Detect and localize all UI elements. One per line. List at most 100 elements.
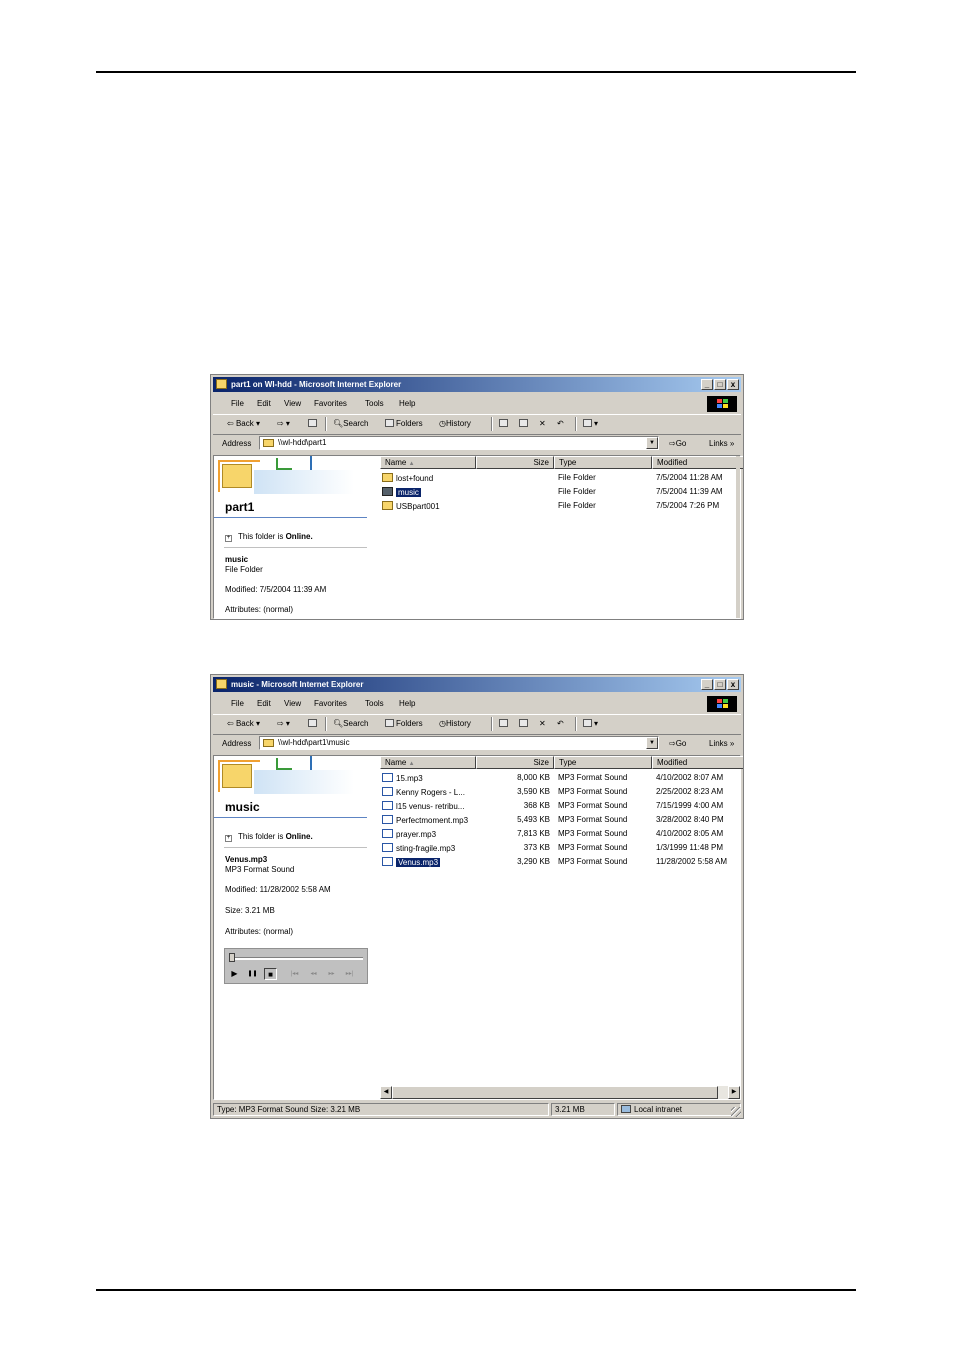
scroll-thumb[interactable] — [392, 1086, 718, 1099]
column-modified[interactable]: Modified — [652, 756, 743, 769]
undo-button[interactable]: ↶ — [557, 719, 564, 728]
column-size[interactable]: Size — [476, 456, 554, 469]
menu-help[interactable]: Help — [399, 399, 415, 408]
copy-to-button[interactable] — [519, 719, 530, 728]
maximize-button[interactable]: □ — [714, 379, 726, 390]
column-name[interactable]: Name ▲ — [380, 756, 476, 769]
file-name[interactable]: Venus.mp3 — [382, 857, 441, 867]
links-button[interactable]: Links » — [709, 739, 734, 748]
menu-file[interactable]: File — [231, 399, 244, 408]
close-button[interactable]: x — [727, 379, 739, 390]
maximize-button[interactable]: □ — [714, 679, 726, 690]
bottom-rule — [96, 1289, 856, 1291]
column-name[interactable]: Name ▲ — [380, 456, 476, 469]
file-name[interactable]: l15 venus- retribu... — [382, 801, 464, 811]
expand-icon[interactable]: + — [225, 535, 232, 542]
file-list-row[interactable]: 15.mp3 8,000 KB MP3 Format Sound 4/10/2002 … — [380, 771, 740, 785]
seek-slider[interactable] — [229, 953, 235, 962]
file-name[interactable]: 15.mp3 — [382, 773, 423, 783]
forward-button[interactable]: ⇨ ▾ — [277, 419, 290, 428]
fast-forward-button[interactable]: ▸▸ — [325, 968, 338, 980]
rewind-button[interactable]: ◂◂ — [307, 968, 320, 980]
back-button[interactable]: ⇦ Back ▾ — [227, 719, 260, 728]
file-size: 3,590 KB — [517, 787, 550, 796]
file-list-row[interactable]: USBpart001 File Folder 7/5/2004 7:26 PM — [380, 499, 740, 513]
go-button[interactable]: ⇨Go — [669, 739, 686, 748]
menu-edit[interactable]: Edit — [257, 699, 271, 708]
file-modified: 4/10/2002 8:05 AM — [656, 829, 724, 838]
move-to-button[interactable] — [499, 419, 510, 428]
file-name[interactable]: music — [382, 487, 421, 497]
file-list-row[interactable]: Venus.mp3 3,290 KB MP3 Format Sound 11/28/2… — [380, 855, 740, 869]
go-button[interactable]: ⇨Go — [669, 439, 686, 448]
file-list-row[interactable]: music File Folder 7/5/2004 11:39 AM — [380, 485, 740, 499]
online-status: + This folder is Online. — [225, 832, 313, 842]
resize-grip-icon[interactable] — [731, 1107, 741, 1117]
seek-track[interactable] — [229, 957, 363, 960]
horizontal-scrollbar[interactable]: ◀ ▶ — [380, 1086, 740, 1099]
undo-button[interactable]: ↶ — [557, 419, 564, 428]
menu-tools[interactable]: Tools — [365, 399, 384, 408]
column-size[interactable]: Size — [476, 756, 554, 769]
file-list-row[interactable]: l15 venus- retribu... 368 KB MP3 Format So… — [380, 799, 740, 813]
previous-track-button[interactable]: |◂◂ — [288, 968, 301, 980]
folders-button[interactable]: Folders — [385, 719, 423, 728]
menu-favorites[interactable]: Favorites — [314, 399, 347, 408]
file-list-row[interactable]: sting-fragile.mp3 373 KB MP3 Format Sound 1… — [380, 841, 740, 855]
menu-help[interactable]: Help — [399, 699, 415, 708]
file-name[interactable]: prayer.mp3 — [382, 829, 436, 839]
column-type[interactable]: Type — [554, 756, 652, 769]
expand-icon[interactable]: + — [225, 835, 232, 842]
menu-view[interactable]: View — [284, 399, 301, 408]
status-bar: Type: MP3 Format Sound Size: 3.21 MB 3.2… — [213, 1102, 741, 1117]
menu-edit[interactable]: Edit — [257, 399, 271, 408]
file-name[interactable]: lost+found — [382, 473, 433, 483]
forward-button[interactable]: ⇨ ▾ — [277, 719, 290, 728]
links-button[interactable]: Links » — [709, 439, 734, 448]
scroll-left-icon[interactable]: ◀ — [380, 1086, 392, 1099]
move-to-button[interactable] — [499, 719, 510, 728]
next-track-button[interactable]: ▸▸| — [343, 968, 356, 980]
search-button[interactable]: 🔍︎Search — [333, 719, 369, 728]
play-button[interactable]: ▶ — [228, 968, 241, 980]
copy-to-button[interactable] — [519, 419, 530, 428]
delete-button[interactable]: ✕ — [539, 419, 546, 428]
minimize-button[interactable]: _ — [701, 679, 713, 690]
title-bar[interactable]: part1 on Wl-hdd - Microsoft Internet Exp… — [213, 377, 741, 392]
address-dropdown-icon[interactable]: ▼ — [646, 437, 658, 449]
scroll-right-icon[interactable]: ▶ — [728, 1086, 740, 1099]
title-bar[interactable]: music - Microsoft Internet Explorer _ □ … — [213, 677, 741, 692]
file-list-row[interactable]: Perfectmoment.mp3 5,493 KB MP3 Format Soun… — [380, 813, 740, 827]
history-button[interactable]: ◷History — [439, 419, 471, 428]
address-input[interactable]: \\wl-hdd\part1\music ▼ — [259, 736, 659, 750]
menu-tools[interactable]: Tools — [365, 699, 384, 708]
delete-button[interactable]: ✕ — [539, 719, 546, 728]
address-dropdown-icon[interactable]: ▼ — [646, 737, 658, 749]
column-type[interactable]: Type — [554, 456, 652, 469]
stop-button[interactable]: ■ — [264, 968, 277, 980]
folders-button[interactable]: Folders — [385, 419, 423, 428]
menu-view[interactable]: View — [284, 699, 301, 708]
views-button[interactable]: ▾ — [583, 419, 598, 428]
column-modified[interactable]: Modified — [652, 456, 743, 469]
up-folder-button[interactable] — [308, 419, 319, 428]
address-input[interactable]: \\wl-hdd\part1 ▼ — [259, 436, 659, 450]
file-list-row[interactable]: Kenny Rogers - L... 3,590 KB MP3 Format So… — [380, 785, 740, 799]
file-name[interactable]: sting-fragile.mp3 — [382, 843, 455, 853]
file-name[interactable]: Kenny Rogers - L... — [382, 787, 465, 797]
views-button[interactable]: ▾ — [583, 719, 598, 728]
file-list-row[interactable]: prayer.mp3 7,813 KB MP3 Format Sound 4/10/2… — [380, 827, 740, 841]
back-button[interactable]: ⇦ Back ▾ — [227, 419, 260, 428]
search-button[interactable]: 🔍︎Search — [333, 419, 369, 428]
menu-favorites[interactable]: Favorites — [314, 699, 347, 708]
file-name[interactable]: USBpart001 — [382, 501, 440, 511]
file-name[interactable]: Perfectmoment.mp3 — [382, 815, 468, 825]
minimize-button[interactable]: _ — [701, 379, 713, 390]
up-folder-button[interactable] — [308, 719, 319, 728]
pause-button[interactable]: ❚❚ — [246, 968, 259, 980]
file-list-row[interactable]: lost+found File Folder 7/5/2004 11:28 AM — [380, 471, 740, 485]
close-button[interactable]: x — [727, 679, 739, 690]
menu-file[interactable]: File — [231, 699, 244, 708]
views-icon — [583, 419, 592, 427]
history-button[interactable]: ◷History — [439, 719, 471, 728]
